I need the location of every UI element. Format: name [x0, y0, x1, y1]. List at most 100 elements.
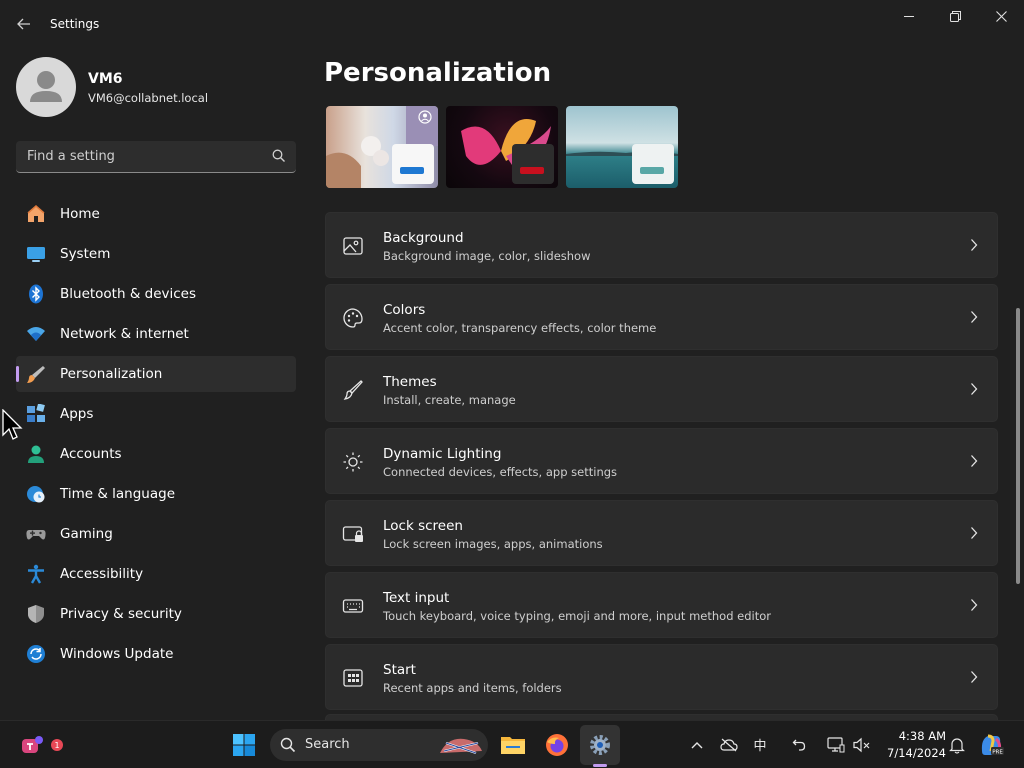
firefox-button[interactable] [543, 731, 571, 759]
sidebar-item-gaming[interactable]: Gaming [16, 516, 296, 552]
chevron-right-icon [971, 599, 978, 611]
monitor-icon [27, 247, 45, 262]
sidebar-item-system[interactable]: System [16, 236, 296, 272]
network-button[interactable] [826, 735, 846, 755]
card-start[interactable]: Start Recent apps and items, folders [325, 644, 998, 710]
lighting-icon [343, 452, 363, 472]
sidebar-item-apps[interactable]: Apps [16, 396, 296, 432]
teams-button[interactable]: 1 [18, 731, 63, 759]
card-subtitle: Accent color, transparency effects, colo… [383, 321, 657, 335]
theme-preview-window [632, 144, 674, 184]
card-subtitle: Background image, color, slideshow [383, 249, 591, 263]
notification-badge: 1 [51, 739, 63, 751]
card-background[interactable]: Background Background image, color, slid… [325, 212, 998, 278]
avatar[interactable] [16, 57, 76, 117]
start-menu-icon [343, 669, 363, 687]
sidebar-item-label: System [60, 246, 111, 262]
volume-button[interactable] [852, 735, 872, 755]
account-icon [28, 445, 44, 463]
clock-time[interactable]: 4:38 AM [884, 729, 946, 743]
close-icon [995, 10, 1007, 22]
page-title: Personalization [324, 58, 552, 88]
card-lock-screen[interactable]: Lock screen Lock screen images, apps, an… [325, 500, 998, 566]
clock-date[interactable]: 7/14/2024 [878, 746, 946, 760]
scrollbar-thumb[interactable] [1016, 308, 1020, 584]
sidebar-item-bluetooth[interactable]: Bluetooth & devices [16, 276, 296, 312]
card-themes[interactable]: Themes Install, create, manage [325, 356, 998, 422]
sidebar-item-label: Network & internet [60, 326, 189, 342]
card-colors[interactable]: Colors Accent color, transparency effect… [325, 284, 998, 350]
settings-icon [590, 735, 610, 755]
card-subtitle: Recent apps and items, folders [383, 681, 562, 695]
sidebar-item-accessibility[interactable]: Accessibility [16, 556, 296, 592]
search-input[interactable] [16, 141, 266, 172]
sidebar-item-network[interactable]: Network & internet [16, 316, 296, 352]
gamepad-icon [26, 530, 46, 540]
start-button[interactable] [230, 731, 258, 759]
sidebar-item-label: Accessibility [60, 566, 144, 582]
card-title: Background [383, 230, 464, 246]
minimize-button[interactable] [886, 0, 932, 32]
notifications-button[interactable] [947, 735, 967, 755]
sidebar-item-home[interactable]: Home [16, 196, 296, 232]
teams-icon [22, 736, 43, 753]
theme-thumbnail[interactable] [566, 106, 678, 188]
chevron-right-icon [971, 671, 978, 683]
shield-icon [28, 605, 44, 623]
show-hidden-icons-button[interactable] [688, 736, 706, 754]
minimize-icon [903, 15, 914, 17]
copilot-pre-label: PRE [992, 750, 1003, 756]
maximize-icon [949, 10, 961, 22]
bluetooth-icon [29, 284, 43, 304]
theme-thumbnail[interactable] [326, 106, 438, 188]
card-text-input[interactable]: Text input Touch keyboard, voice typing,… [325, 572, 998, 638]
ime-icon[interactable]: 中 [750, 734, 770, 754]
back-arrow-icon [17, 18, 30, 30]
sidebar-item-accounts[interactable]: Accounts [16, 436, 296, 472]
ime-mode-button[interactable] [789, 735, 809, 755]
sidebar-item-windows-update[interactable]: Windows Update [16, 636, 296, 672]
sidebar-item-time-language[interactable]: Time & language [16, 476, 296, 512]
mouse-cursor-icon [2, 409, 23, 440]
apps-icon [27, 404, 45, 422]
sidebar-item-label: Windows Update [60, 646, 174, 662]
undo-icon [792, 739, 806, 751]
app-title: Settings [50, 17, 100, 31]
theme-preview-window [392, 144, 434, 184]
chevron-right-icon [971, 383, 978, 395]
chevron-right-icon [971, 455, 978, 467]
display-icon [827, 737, 845, 753]
card-subtitle: Touch keyboard, voice typing, emoji and … [383, 609, 772, 623]
close-button[interactable] [978, 0, 1024, 32]
taskbar-search-box[interactable]: Search [270, 729, 488, 761]
maximize-button[interactable] [932, 0, 978, 32]
sidebar-item-label: Privacy & security [60, 606, 182, 622]
sidebar-item-label: Gaming [60, 526, 113, 542]
copilot-button[interactable]: PRE [978, 732, 1006, 758]
settings-search-box[interactable] [16, 141, 296, 173]
card-subtitle: Install, create, manage [383, 393, 516, 407]
file-explorer-button[interactable] [499, 731, 527, 759]
theme-accent-bar [640, 167, 664, 174]
user-name: VM6 [88, 71, 123, 87]
settings-taskbar-button[interactable] [580, 725, 620, 765]
sidebar-item-label: Bluetooth & devices [60, 286, 197, 302]
sidebar-item-privacy-security[interactable]: Privacy & security [16, 596, 296, 632]
theme-thumbnail[interactable] [446, 106, 558, 188]
active-app-indicator [593, 764, 607, 767]
card-title: Text input [383, 590, 450, 606]
card-dynamic-lighting[interactable]: Dynamic Lighting Connected devices, effe… [325, 428, 998, 494]
back-button[interactable] [10, 10, 38, 38]
card-subtitle: Connected devices, effects, app settings [383, 465, 618, 479]
chevron-up-icon [691, 742, 703, 749]
sidebar-item-personalization[interactable]: Personalization [16, 356, 296, 392]
theme-accent-bar [520, 167, 544, 174]
sidebar-item-label: Time & language [60, 486, 176, 502]
speaker-muted-icon [853, 737, 870, 753]
search-highlight-icon [440, 738, 482, 754]
onedrive-button[interactable] [719, 735, 739, 755]
file-explorer-icon [501, 737, 525, 754]
sidebar-item-label: Apps [60, 406, 94, 422]
brush-icon [343, 380, 363, 400]
selection-indicator [16, 366, 19, 382]
